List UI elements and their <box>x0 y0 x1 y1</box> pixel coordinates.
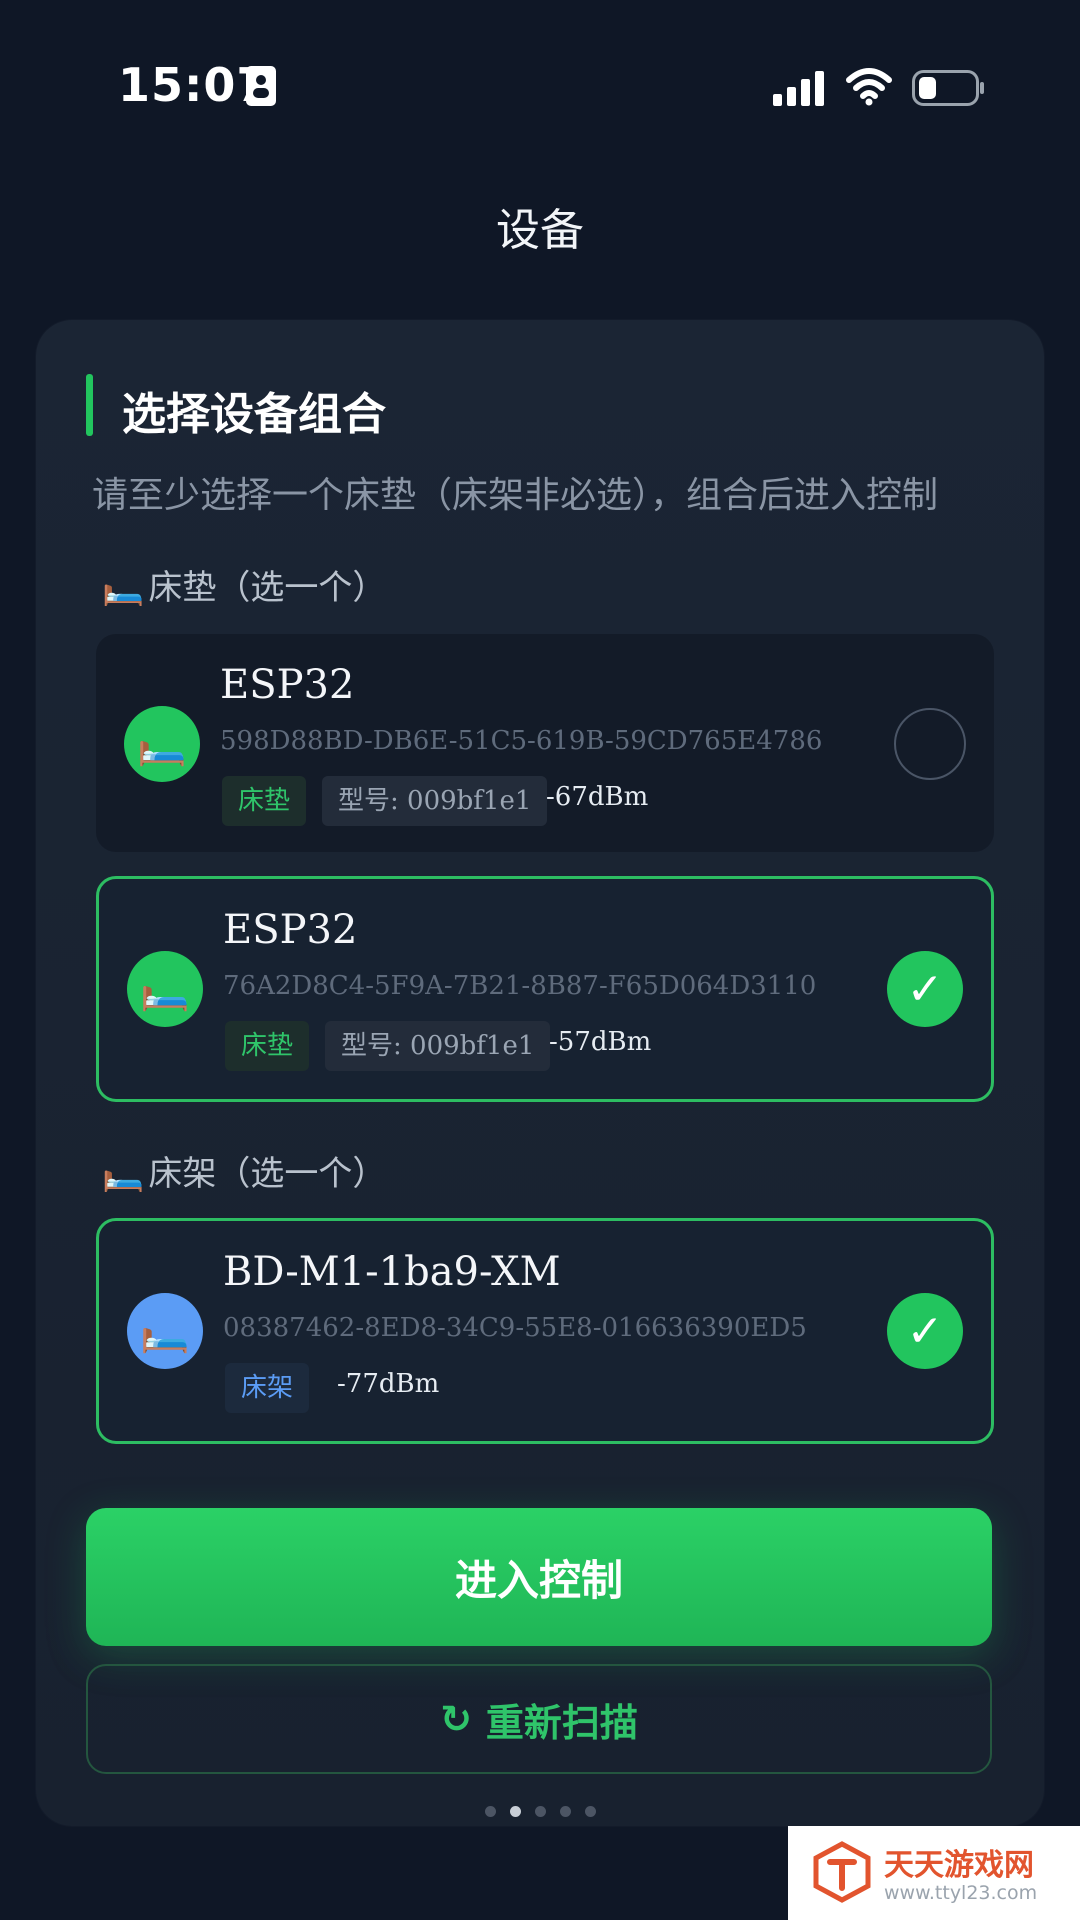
contact-card-icon <box>246 66 276 106</box>
page-dot[interactable] <box>559 1806 571 1817</box>
device-type-badge: 床垫 <box>225 1021 310 1071</box>
refresh-icon: ↻ <box>440 1697 472 1741</box>
battery-icon <box>912 70 984 106</box>
device-select-radio[interactable] <box>894 708 966 780</box>
bed-icon: 🛏️ <box>102 1154 145 1194</box>
rescan-label: 重新扫描 <box>485 1700 638 1745</box>
watermark-url: www.ttyl23.com <box>884 1882 1038 1904</box>
mattress-group-label: 🛏️ 床垫（选一个） <box>102 560 386 609</box>
checkmark-icon[interactable]: ✓ <box>887 951 963 1027</box>
device-rssi: -77dBm <box>337 1369 440 1399</box>
device-type-badge: 床架 <box>225 1363 310 1413</box>
wifi-icon <box>846 68 892 106</box>
device-name: BD-M1-1ba9-XM <box>223 1249 561 1295</box>
device-card-frame-1[interactable]: 🛏️ BD-M1-1ba9-XM 08387462-8ED8-34C9-55E8… <box>96 1218 994 1444</box>
device-name: ESP32 <box>220 662 355 708</box>
device-uuid: 76A2D8C4-5F9A-7B21-8B87-F65D064D3110 <box>223 971 817 1001</box>
section-accent-bar <box>86 374 93 436</box>
page-dot[interactable] <box>584 1806 596 1817</box>
status-bar: 15:07 <box>0 0 1080 175</box>
bed-icon: 🛏️ <box>127 951 203 1027</box>
device-type-badge: 床垫 <box>222 776 307 826</box>
mattress-group-text: 床垫（选一个） <box>148 568 387 608</box>
page-indicator <box>0 1806 1080 1817</box>
bed-icon: 🛏️ <box>102 568 145 608</box>
cube-logo-icon <box>813 1841 871 1903</box>
device-card-mattress-1[interactable]: 🛏️ ESP32 598D88BD-DB6E-51C5-619B-59CD765… <box>96 634 994 852</box>
checkmark-icon[interactable]: ✓ <box>887 1293 963 1369</box>
bed-icon: 🛏️ <box>124 706 200 782</box>
device-name: ESP32 <box>223 907 358 953</box>
device-card-mattress-2[interactable]: 🛏️ ESP32 76A2D8C4-5F9A-7B21-8B87-F65D064… <box>96 876 994 1102</box>
enter-control-button[interactable]: 进入控制 <box>86 1508 992 1646</box>
rescan-button[interactable]: ↻ 重新扫描 <box>86 1664 992 1774</box>
cellular-signal-icon <box>773 71 824 106</box>
site-watermark: 天天游戏网 www.ttyl23.com <box>788 1826 1080 1920</box>
watermark-name: 天天游戏网 <box>884 1848 1034 1883</box>
page-dot[interactable] <box>484 1806 496 1817</box>
device-rssi: -57dBm <box>549 1027 652 1057</box>
device-uuid: 08387462-8ED8-34C9-55E8-016636390ED5 <box>223 1313 807 1343</box>
page-title: 设备 <box>496 205 584 256</box>
device-uuid: 598D88BD-DB6E-51C5-619B-59CD765E4786 <box>220 726 823 756</box>
device-model-badge: 型号: 009bf1e1 <box>325 1021 551 1071</box>
page-dot[interactable] <box>534 1806 546 1817</box>
frame-group-text: 床架（选一个） <box>148 1154 387 1194</box>
device-rssi: -67dBm <box>546 782 649 812</box>
section-title: 选择设备组合 <box>122 389 386 440</box>
device-model-badge: 型号: 009bf1e1 <box>322 776 548 826</box>
bed-icon: 🛏️ <box>127 1293 203 1369</box>
section-description: 请至少选择一个床垫（床架非必选），组合后进入控制 <box>92 475 939 516</box>
page-dot-active[interactable] <box>509 1806 521 1817</box>
frame-group-label: 🛏️ 床架（选一个） <box>102 1146 386 1195</box>
